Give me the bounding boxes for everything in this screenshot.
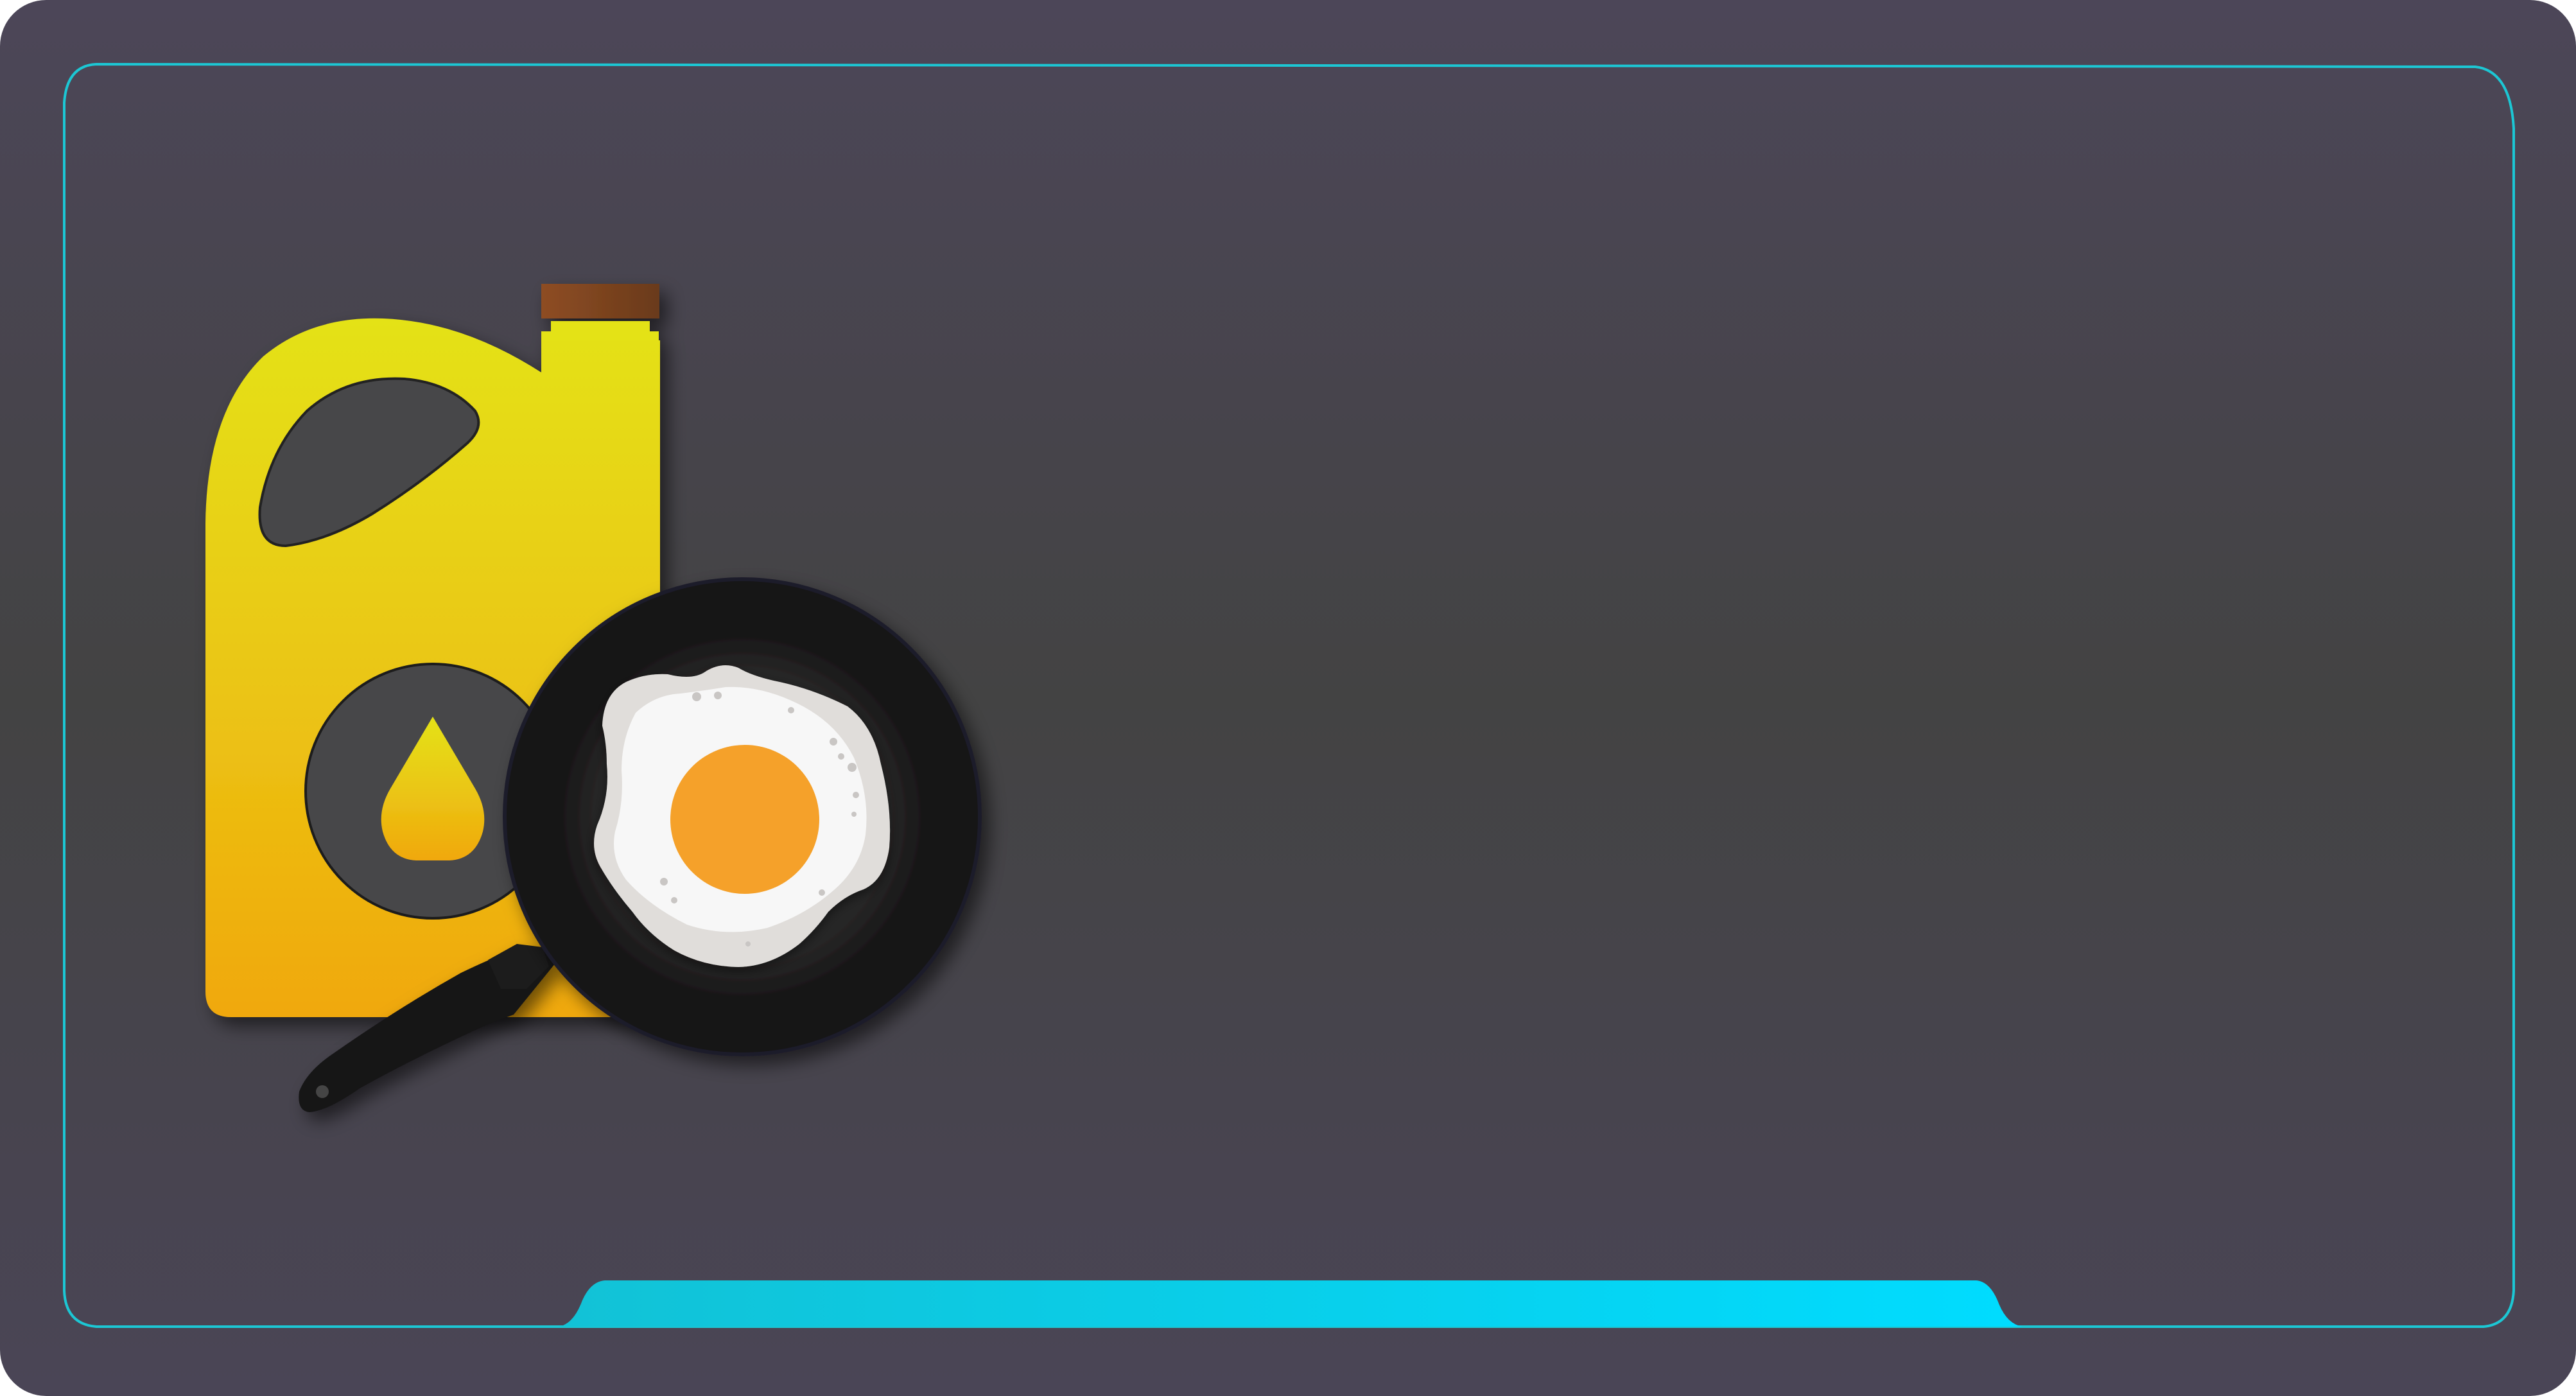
bottom-accent-bar xyxy=(559,1280,2023,1327)
egg-yolk xyxy=(670,745,819,894)
illustration-svg xyxy=(0,0,2576,1396)
jug-cap xyxy=(541,284,659,318)
illustration-canvas xyxy=(0,0,2576,1396)
pan-handle-hole xyxy=(316,1085,329,1098)
